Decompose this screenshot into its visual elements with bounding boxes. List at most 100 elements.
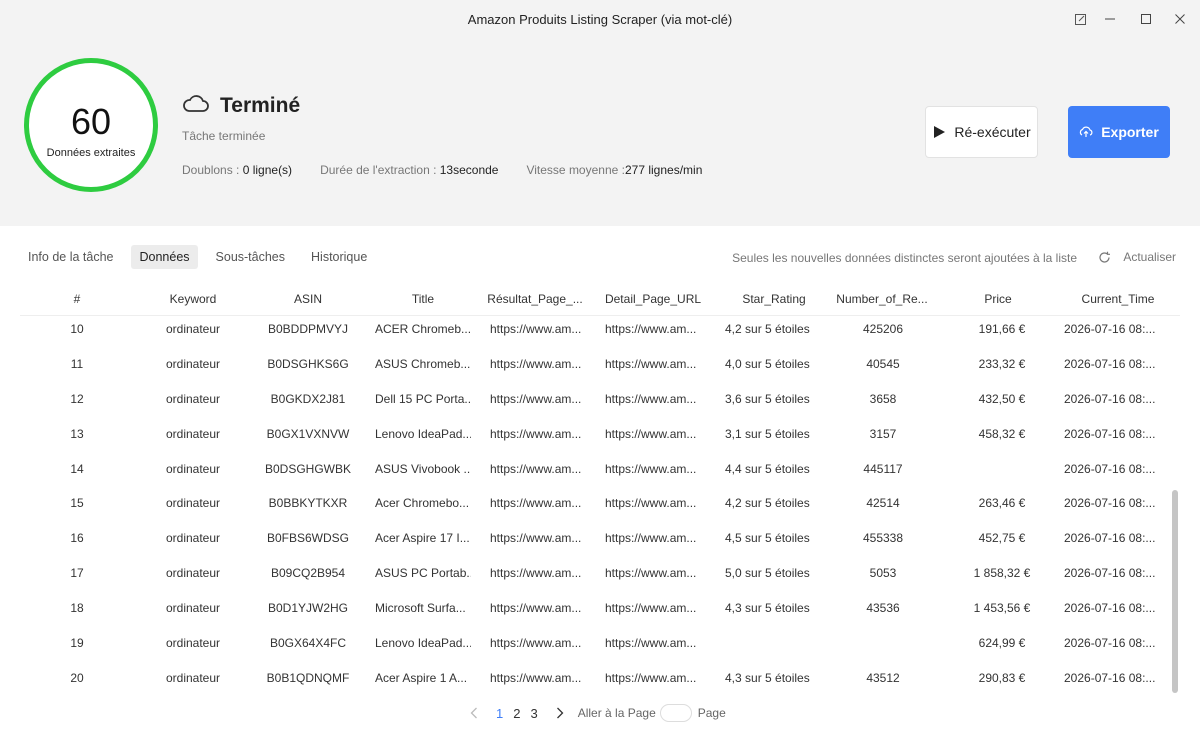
table-row[interactable]: 18 ordinateur B0D1YJW2HG Microsoft Surfa...… xyxy=(20,596,1168,631)
upload-icon xyxy=(1079,125,1093,139)
cell-reviews: 425206 xyxy=(862,322,904,336)
cell-price: 432,50 € xyxy=(978,391,1026,406)
page-2[interactable]: 2 xyxy=(513,706,520,721)
cell-star-rating: 3,6 sur 5 étoiles xyxy=(725,391,810,406)
next-page-icon[interactable] xyxy=(556,707,564,719)
cell-asin: B0GX64X4FC xyxy=(269,636,347,651)
cell-price: 452,75 € xyxy=(978,531,1026,546)
table-row[interactable]: 20 ordinateur B0B1QDNQMF Acer Aspire 1 A...… xyxy=(20,666,1168,694)
table-row[interactable]: 10 ordinateur B0BDDPMVYJ ACER Chromeb... htt… xyxy=(20,317,1168,352)
close-icon[interactable] xyxy=(1166,8,1194,30)
rerun-button[interactable]: Ré-exécuter xyxy=(925,106,1038,158)
cell-num: 13 xyxy=(70,426,84,441)
col-header-detail-url[interactable]: Detail_Page_URL xyxy=(602,292,704,306)
cell-time: 2026-07-16 08:... xyxy=(1064,391,1156,406)
table-row[interactable]: 14 ordinateur B0DSGHGWBK ASUS Vivobook ... h… xyxy=(20,457,1168,492)
cell-detail-url: https://www.am... xyxy=(605,496,697,511)
cell-num: 19 xyxy=(70,636,84,651)
tab-info[interactable]: Info de la tâche xyxy=(20,245,121,269)
col-header-title[interactable]: Title xyxy=(375,292,471,306)
refresh-button[interactable]: Actualiser xyxy=(1098,250,1176,264)
cell-result-url: https://www.am... xyxy=(490,356,582,371)
goto-page-input[interactable] xyxy=(659,704,692,722)
cell-price: 458,32 € xyxy=(978,426,1026,441)
cell-detail-url: https://www.am... xyxy=(605,356,697,371)
cell-reviews: 455338 xyxy=(862,531,904,546)
cell-reviews: 40545 xyxy=(866,356,900,371)
pagination: 1 2 3 Aller à la Page Page xyxy=(470,704,726,722)
maximize-icon[interactable] xyxy=(1132,8,1160,30)
cell-reviews: 42514 xyxy=(866,496,900,511)
col-header-asin[interactable]: ASIN xyxy=(260,292,356,306)
cell-star-rating: 4,3 sur 5 étoiles xyxy=(725,601,810,616)
table-row[interactable]: 12 ordinateur B0GKDX2J81 Dell 15 PC Porta..… xyxy=(20,387,1168,422)
cell-price: 1 453,56 € xyxy=(973,601,1031,616)
cell-asin: B0B1QDNQMF xyxy=(266,670,350,685)
rerun-label: Ré-exécuter xyxy=(954,124,1031,140)
table-row[interactable]: 11 ordinateur B0DSGHKS6G ASUS Chromeb... htt… xyxy=(20,352,1168,387)
table-body: 10 ordinateur B0BDDPMVYJ ACER Chromeb... htt… xyxy=(20,317,1168,694)
table-row[interactable]: 13 ordinateur B0GX1VXNVW Lenovo IdeaPad... h… xyxy=(20,422,1168,457)
cell-result-url: https://www.am... xyxy=(490,426,582,441)
cell-star-rating: 4,4 sur 5 étoiles xyxy=(725,461,810,476)
cell-reviews: 43536 xyxy=(866,601,900,616)
export-button[interactable]: Exporter xyxy=(1068,106,1170,158)
page-1[interactable]: 1 xyxy=(496,706,503,721)
edit-icon[interactable] xyxy=(1066,8,1094,30)
cell-detail-url: https://www.am... xyxy=(605,426,697,441)
scrollbar-thumb[interactable] xyxy=(1172,490,1178,693)
cell-keyword: ordinateur xyxy=(165,566,221,581)
table-row[interactable]: 16 ordinateur B0FBS6WDSG Acer Aspire 17 I..… xyxy=(20,526,1168,561)
cell-keyword: ordinateur xyxy=(165,356,221,371)
cell-price: 191,66 € xyxy=(978,322,1026,336)
cell-result-url: https://www.am... xyxy=(490,322,582,336)
cell-price: 233,32 € xyxy=(978,356,1026,371)
cell-time: 2026-07-16 08:... xyxy=(1064,670,1156,685)
cell-title: Acer Aspire 1 A... xyxy=(375,670,468,685)
cell-num: 14 xyxy=(70,461,84,476)
col-header-num[interactable]: # xyxy=(57,292,97,306)
cell-title: ACER Chromeb... xyxy=(375,322,471,336)
cell-keyword: ordinateur xyxy=(165,601,221,616)
play-icon xyxy=(932,125,946,139)
cell-result-url: https://www.am... xyxy=(490,531,582,546)
cell-star-rating: 4,0 sur 5 étoiles xyxy=(725,356,810,371)
tab-donnees[interactable]: Données xyxy=(131,245,198,269)
cell-title: Lenovo IdeaPad... xyxy=(375,426,471,441)
table-row[interactable]: 15 ordinateur B0BBKYTKXR Acer Chromebo... ht… xyxy=(20,491,1168,526)
cell-keyword: ordinateur xyxy=(165,461,221,476)
tab-historique[interactable]: Historique xyxy=(303,245,375,269)
prev-page-icon[interactable] xyxy=(470,707,478,719)
page-suffix-label: Page xyxy=(697,706,726,720)
col-header-keyword[interactable]: Keyword xyxy=(148,292,238,306)
col-header-reviews[interactable]: Number_of_Re... xyxy=(832,292,932,306)
cell-keyword: ordinateur xyxy=(165,670,221,685)
tab-sous-taches[interactable]: Sous-tâches xyxy=(208,245,293,269)
minimize-icon[interactable] xyxy=(1096,8,1124,30)
cell-num: 20 xyxy=(70,670,84,685)
table-row[interactable]: 17 ordinateur B09CQ2B954 ASUS PC Portab... h… xyxy=(20,561,1168,596)
cell-time: 2026-07-16 08:... xyxy=(1064,531,1156,546)
cell-time: 2026-07-16 08:... xyxy=(1064,496,1156,511)
cell-reviews: 3157 xyxy=(869,426,897,441)
cell-result-url: https://www.am... xyxy=(490,496,582,511)
cell-reviews: 43512 xyxy=(866,670,900,685)
cell-price: 624,99 € xyxy=(978,636,1026,651)
cell-num: 10 xyxy=(70,322,84,336)
dedup-notice: Seules les nouvelles données distinctes … xyxy=(732,251,1077,265)
cell-reviews: 445117 xyxy=(863,461,903,476)
cell-price: 1 858,32 € xyxy=(973,566,1031,581)
extraction-stats: Doublons : 0 ligne(s) Durée de l'extract… xyxy=(182,163,730,177)
cell-detail-url: https://www.am... xyxy=(605,566,697,581)
col-header-price[interactable]: Price xyxy=(955,292,1041,306)
col-header-star-rating[interactable]: Star_Rating xyxy=(726,292,822,306)
stat-doublons: Doublons : 0 ligne(s) xyxy=(182,163,293,177)
stat-doublons-value: 0 ligne(s) xyxy=(242,163,293,177)
header-panel: Amazon Produits Listing Scraper (via mot… xyxy=(0,0,1200,226)
col-header-time[interactable]: Current_Time xyxy=(1064,292,1172,306)
cell-asin: B0D1YJW2HG xyxy=(267,601,349,616)
table-row[interactable]: 19 ordinateur B0GX64X4FC Lenovo IdeaPad... h… xyxy=(20,631,1168,666)
page-3[interactable]: 3 xyxy=(530,706,537,721)
stat-vitesse: Vitesse moyenne :277 lignes/min xyxy=(526,163,703,177)
col-header-result-page[interactable]: Résultat_Page_... xyxy=(485,292,585,306)
